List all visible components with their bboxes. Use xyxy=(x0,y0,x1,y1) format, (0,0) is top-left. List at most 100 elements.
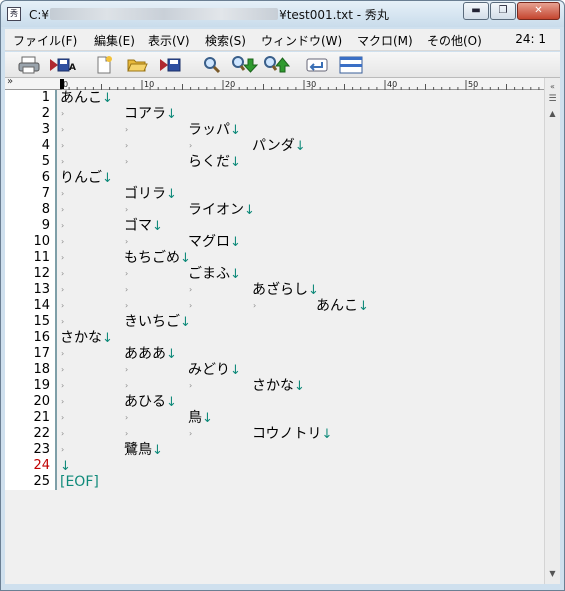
gutter-divider xyxy=(55,90,57,490)
text-editor-area[interactable]: 1 2 3 4 5 6 7 8 9 10 11 12 13 14 15 16 17 18 19 20 21 22 23 24 2… xyxy=(5,90,544,584)
find-icon[interactable] xyxy=(202,55,222,75)
ruler-label: 30 xyxy=(306,80,316,89)
return-icon[interactable] xyxy=(305,55,329,75)
menu-file[interactable]: ファイル(F) xyxy=(13,32,77,49)
line-number: 14 xyxy=(33,298,50,313)
ruler-label: 50 xyxy=(468,80,478,89)
line-text: コアラ↓ xyxy=(124,106,177,123)
line-end-mark: ↓ xyxy=(166,187,177,202)
svg-text:A: A xyxy=(69,63,76,73)
line-end-mark: ↓ xyxy=(102,91,113,106)
tab-mark: › xyxy=(125,125,129,134)
line-number: 11 xyxy=(33,250,50,265)
scroll-down-arrow-icon[interactable]: ▼ xyxy=(545,566,560,581)
split-window-icon[interactable] xyxy=(338,55,364,75)
line-end-mark: ↓ xyxy=(230,267,241,282)
line-content: きいちご xyxy=(124,314,180,330)
tab-mark: › xyxy=(61,317,65,326)
tab-mark: › xyxy=(125,205,129,214)
editor-window: 秀 C:¥ ¥test001.txt - 秀丸 ▬ ❐ ✕ ファイル(F) 編集(… xyxy=(0,0,565,591)
line-end-mark: ↓ xyxy=(152,443,163,458)
line-content: さかな xyxy=(60,330,102,346)
line-end-mark: ↓ xyxy=(166,395,177,410)
line-text: さかな↓ xyxy=(60,330,113,347)
tab-mark: › xyxy=(189,429,193,438)
save-icon[interactable] xyxy=(158,55,184,75)
tab-mark: › xyxy=(61,125,65,134)
tab-mark: › xyxy=(61,109,65,118)
open-folder-icon[interactable] xyxy=(126,55,148,75)
print-icon[interactable] xyxy=(18,55,40,75)
find-prev-icon[interactable] xyxy=(263,55,291,75)
menu-edit[interactable]: 編集(E) xyxy=(94,32,135,49)
scroll-up-arrow-icon[interactable]: ▲ xyxy=(545,106,560,121)
line-content: コアラ xyxy=(124,106,166,122)
close-button[interactable]: ✕ xyxy=(517,2,560,20)
line-end-mark: ↓ xyxy=(166,107,177,122)
column-ruler: 0 10 20 30 40 50 » xyxy=(5,76,560,90)
line-text: らくだ↓ xyxy=(188,154,241,171)
tab-mark: › xyxy=(61,301,65,310)
tab-mark: › xyxy=(125,365,129,374)
toolbar: A xyxy=(5,52,560,78)
title-filename: ¥test001.txt - 秀丸 xyxy=(279,8,389,22)
new-file-icon[interactable] xyxy=(94,55,114,75)
tab-mark: › xyxy=(125,381,129,390)
line-number: 24 xyxy=(33,458,50,473)
line-content: ライオン xyxy=(188,202,244,218)
line-content: マグロ xyxy=(188,234,230,250)
line-number: 22 xyxy=(33,426,50,441)
menu-view[interactable]: 表示(V) xyxy=(148,32,190,49)
tab-mark: › xyxy=(61,141,65,150)
tab-mark: › xyxy=(61,237,65,246)
line-end-mark: ↓ xyxy=(102,171,113,186)
save-as-icon[interactable]: A xyxy=(48,55,78,75)
line-number: 8 xyxy=(41,202,50,217)
line-number: 12 xyxy=(33,266,50,281)
scroll-menu-icon[interactable]: ☰ xyxy=(545,92,560,107)
line-text: あんこ↓ xyxy=(316,298,369,315)
line-text: ラッパ↓ xyxy=(188,122,241,139)
line-number: 23 xyxy=(33,442,50,457)
line-end-mark: ↓ xyxy=(244,203,255,218)
menu-window[interactable]: ウィンドウ(W) xyxy=(261,32,342,49)
title-path-prefix: C:¥ xyxy=(29,8,50,22)
line-content: ごまふ xyxy=(188,266,230,282)
line-end-mark: ↓ xyxy=(308,283,319,298)
menu-macro[interactable]: マクロ(M) xyxy=(357,32,413,49)
line-number: 15 xyxy=(33,314,50,329)
minimize-button[interactable]: ▬ xyxy=(463,2,489,20)
line-content: あんこ xyxy=(316,298,358,314)
ruler-label: 20 xyxy=(225,80,235,89)
tab-mark: › xyxy=(61,445,65,454)
line-text: みどり↓ xyxy=(188,362,241,379)
line-number: 1 xyxy=(41,90,50,105)
maximize-button[interactable]: ❐ xyxy=(490,2,516,20)
line-text: ゴリラ↓ xyxy=(124,186,177,203)
hidemaru-app-icon[interactable]: 秀 xyxy=(7,7,21,21)
line-text: ゴマ↓ xyxy=(124,218,163,235)
line-text: あああ↓ xyxy=(124,346,177,363)
tab-mark: › xyxy=(61,269,65,278)
line-end-mark: ↓ xyxy=(321,427,333,442)
tab-mark: › xyxy=(125,237,129,246)
tab-mark: › xyxy=(61,253,65,262)
find-next-icon[interactable] xyxy=(231,55,259,75)
title-bar[interactable]: 秀 C:¥ ¥test001.txt - 秀丸 ▬ ❐ ✕ xyxy=(1,1,564,27)
line-text: 鷺鳥↓ xyxy=(124,442,163,459)
line-end-mark: ↓ xyxy=(60,459,71,474)
title-path-redacted xyxy=(50,8,279,20)
menu-other[interactable]: その他(O) xyxy=(427,32,482,49)
line-end-mark: ↓ xyxy=(358,299,369,314)
tab-mark: › xyxy=(61,189,65,198)
vertical-scrollbar[interactable]: « ☰ ▲ ▼ xyxy=(544,78,560,584)
line-number: 10 xyxy=(33,234,50,249)
line-content: あんこ xyxy=(60,90,102,106)
menu-search[interactable]: 検索(S) xyxy=(205,32,246,49)
tab-mark: › xyxy=(189,285,193,294)
tab-mark: › xyxy=(189,141,193,150)
ruler-label: 40 xyxy=(387,80,397,89)
line-number: 4 xyxy=(41,138,50,153)
line-end-mark: ↓ xyxy=(202,411,213,426)
line-end-mark: ↓ xyxy=(230,155,241,170)
